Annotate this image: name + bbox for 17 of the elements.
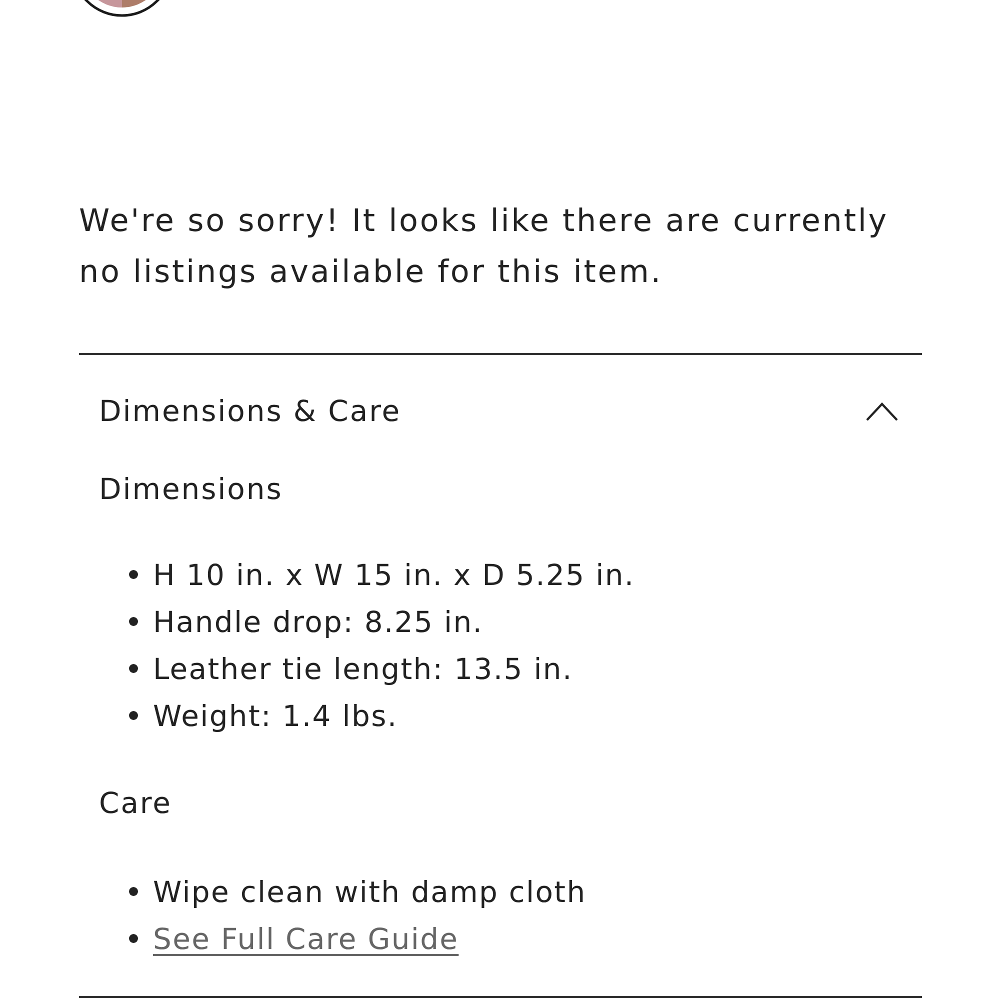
list-item-text: Leather tie length: 13.5 in. — [153, 650, 573, 688]
bullet-icon — [129, 934, 138, 943]
list-item-text: Weight: 1.4 lbs. — [153, 698, 398, 734]
bullet-icon — [129, 570, 138, 579]
care-guide-link[interactable]: See Full Care Guide — [153, 918, 459, 958]
list-item-text: Handle drop: 8.25 in. — [153, 604, 484, 640]
section-heading: Dimensions — [99, 471, 283, 508]
bullet-icon — [129, 711, 138, 720]
list-item-text: H 10 in. x W 15 in. x D 5.25 in. — [153, 556, 635, 594]
list-item-text: Wipe clean with damp cloth — [153, 874, 586, 910]
bullet-icon — [129, 887, 138, 896]
color-swatch-icon[interactable] — [84, 0, 160, 17]
section-heading: Care — [99, 785, 172, 822]
accordion-header[interactable]: Dimensions & Care — [79, 371, 922, 451]
bullet-icon — [129, 617, 138, 626]
bullet-icon — [129, 664, 138, 673]
no-listings-message: We're so sorry! It looks like there are currently no listings available for this item. — [79, 202, 890, 292]
